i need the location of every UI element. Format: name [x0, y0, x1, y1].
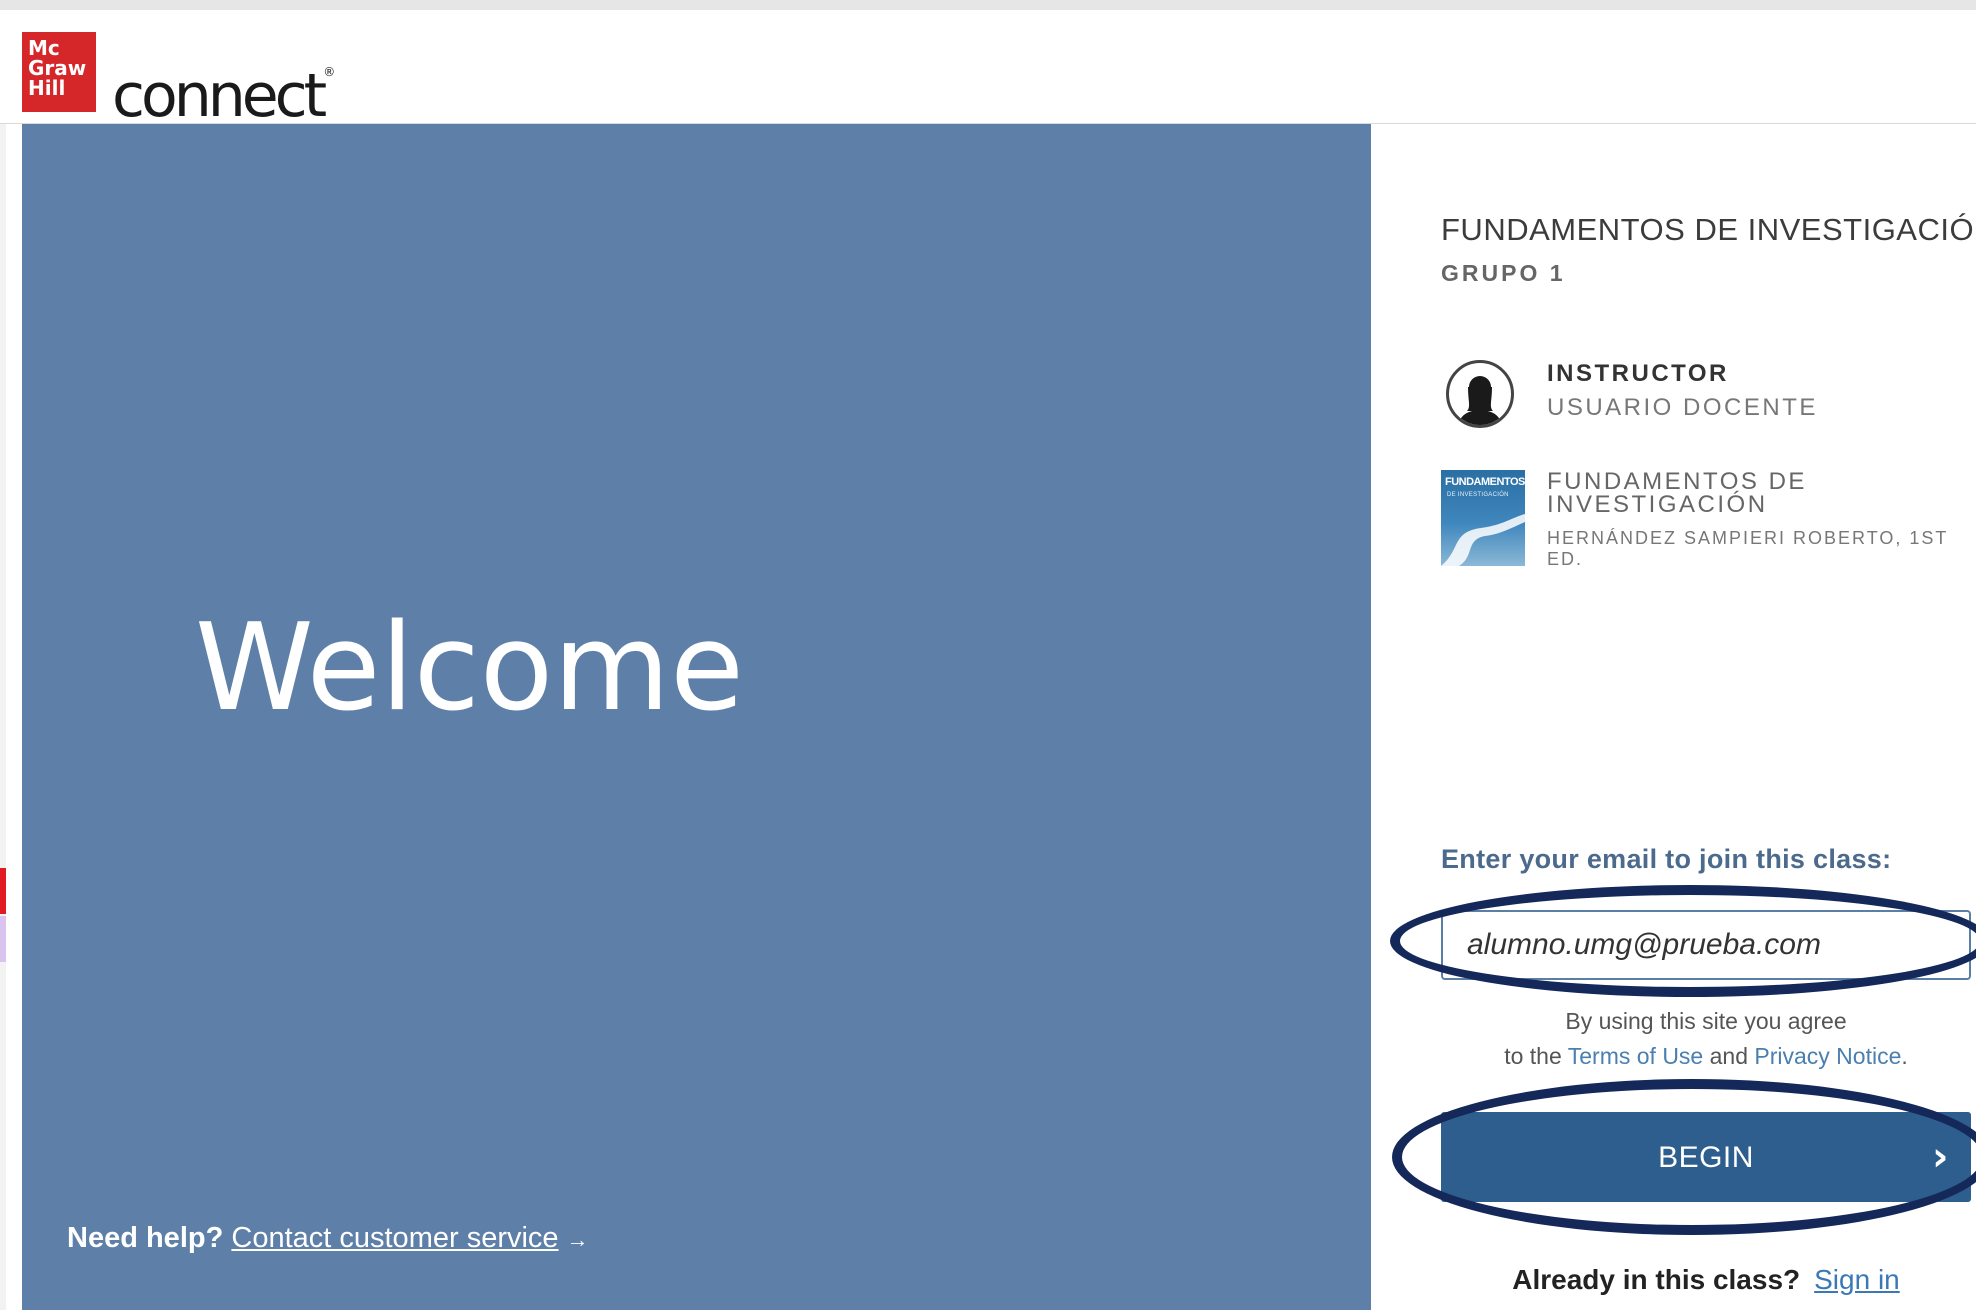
- person-silhouette-icon: [1459, 376, 1501, 425]
- email-label: Enter your email to join this class:: [1441, 844, 1892, 874]
- book-author: HERNÁNDEZ SAMPIERI ROBERTO, 1ST ED.: [1547, 528, 1949, 569]
- agree-prefix: to the: [1504, 1043, 1562, 1069]
- left-edge-marker-red: [0, 868, 6, 914]
- instructor-avatar-icon: [1446, 360, 1514, 428]
- welcome-hero: Welcome Need help? Contact customer serv…: [22, 124, 1371, 1310]
- mcgraw-hill-logo[interactable]: Mc Graw Hill: [22, 32, 96, 112]
- help-line: Need help? Contact customer service →: [67, 1222, 589, 1255]
- agree-text-line1: By using this site you agree: [1565, 1008, 1847, 1034]
- left-edge-marker-purple: [0, 916, 6, 962]
- registered-mark: ®: [323, 65, 336, 79]
- course-group: GRUPO 1: [1441, 260, 1566, 286]
- site-header: Mc Graw Hill connect®: [0, 10, 1976, 131]
- contact-customer-service-link[interactable]: Contact customer service: [231, 1222, 558, 1254]
- top-border: [0, 0, 1976, 10]
- left-edge: [0, 124, 6, 1310]
- join-class-panel: FUNDAMENTOS DE INVESTIGACIÓN GRUPO 1 INS…: [1371, 124, 1976, 1310]
- email-input[interactable]: [1441, 910, 1971, 980]
- terms-of-use-link[interactable]: Terms of Use: [1568, 1043, 1703, 1069]
- begin-button[interactable]: BEGIN ›: [1441, 1112, 1971, 1202]
- help-label: Need help?: [67, 1222, 224, 1254]
- welcome-heading: Welcome: [195, 599, 744, 738]
- agree-and: and: [1709, 1043, 1748, 1069]
- course-title: FUNDAMENTOS DE INVESTIGACIÓN: [1441, 212, 1976, 247]
- book-title: FUNDAMENTOS DE INVESTIGACIÓN: [1547, 468, 1807, 518]
- agree-end: .: [1901, 1043, 1908, 1069]
- arrow-right-icon: →: [566, 1227, 589, 1252]
- terms-agreement: By using this site you agree to the Term…: [1441, 1004, 1971, 1074]
- instructor-name: USUARIO DOCENTE: [1547, 394, 1818, 421]
- already-label: Already in this class?: [1512, 1264, 1801, 1295]
- instructor-label: INSTRUCTOR: [1547, 360, 1729, 387]
- logo-line-2: Graw: [28, 56, 87, 80]
- road-illustration-icon: [1441, 514, 1525, 566]
- book-cover-image: FUNDAMENTOS DE INVESTIGACIÓN: [1441, 470, 1525, 566]
- logo-line-3: Hill: [28, 76, 66, 100]
- connect-wordmark: connect®: [112, 32, 335, 136]
- privacy-notice-link[interactable]: Privacy Notice: [1754, 1043, 1901, 1069]
- logo-line-1: Mc: [28, 36, 60, 60]
- brand-name: connect: [112, 61, 327, 131]
- sign-in-link[interactable]: Sign in: [1814, 1264, 1900, 1295]
- chevron-right-icon: ›: [1932, 1134, 1949, 1180]
- already-in-class: Already in this class? Sign in: [1441, 1264, 1971, 1296]
- begin-label: BEGIN: [1658, 1141, 1754, 1174]
